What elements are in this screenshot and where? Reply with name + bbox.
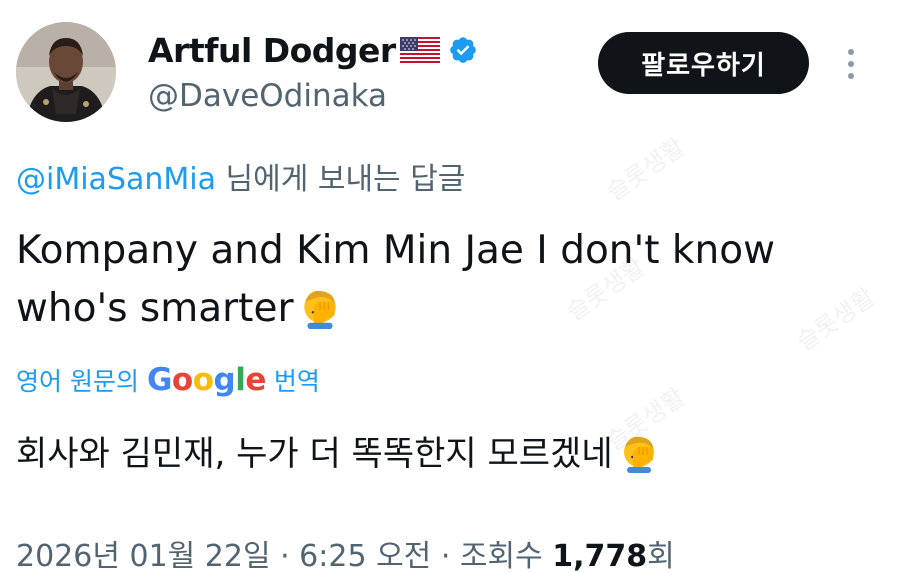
reply-to-handle-link[interactable]: @iMiaSanMia <box>16 162 216 197</box>
view-count: 1,778 <box>552 539 648 573</box>
tweet-meta: 2026년 01월 22일 · 6:25 오전 · 조회수 1,778회 <box>16 531 675 573</box>
more-dot <box>848 73 854 79</box>
google-logo: Google <box>146 362 266 398</box>
translation-suffix: 번역 <box>273 367 320 396</box>
tweet-text: Kompany and Kim Min Jae I don't know who… <box>16 222 876 346</box>
face-palm-emoji <box>299 287 341 346</box>
verified-badge-icon[interactable] <box>448 35 478 65</box>
translation-attribution[interactable]: 영어 원문의 Google 번역 <box>16 362 320 398</box>
watermark: 슬롯생활 <box>601 132 690 207</box>
translation-prefix: 영어 원문의 <box>16 367 139 396</box>
tweet-page: 슬롯생활 슬롯생활 슬롯생활 슬롯생활 Artful Dodger @DaveO… <box>0 0 900 573</box>
translated-text-content: 회사와 김민재, 누가 더 똑똑한지 모르겠네 <box>16 434 613 474</box>
reply-context-suffix: 님에게 보내는 답글 <box>215 162 466 197</box>
face-palm-emoji <box>619 433 659 488</box>
more-vertical-icon[interactable] <box>836 42 866 86</box>
author-display-name[interactable]: Artful Dodger <box>148 31 396 70</box>
translated-text: 회사와 김민재, 누가 더 똑똑한지 모르겠네 <box>16 428 659 488</box>
tweet-timestamp[interactable]: 2026년 01월 22일 · 6:25 오전 · 조회수 <box>16 539 552 573</box>
reply-context: @iMiaSanMia 님에게 보내는 답글 <box>16 154 465 198</box>
author-name-row[interactable]: Artful Dodger <box>148 28 478 72</box>
more-dot <box>848 61 854 67</box>
follow-button[interactable]: 팔로우하기 <box>598 32 809 94</box>
author-avatar[interactable] <box>16 22 116 122</box>
author-handle[interactable]: @DaveOdinaka <box>148 78 387 114</box>
more-dot <box>848 49 854 55</box>
avatar-image <box>16 22 116 122</box>
view-count-suffix: 회 <box>647 539 675 573</box>
us-flag-icon <box>399 37 440 63</box>
tweet-text-content: Kompany and Kim Min Jae I don't know who… <box>16 228 775 331</box>
